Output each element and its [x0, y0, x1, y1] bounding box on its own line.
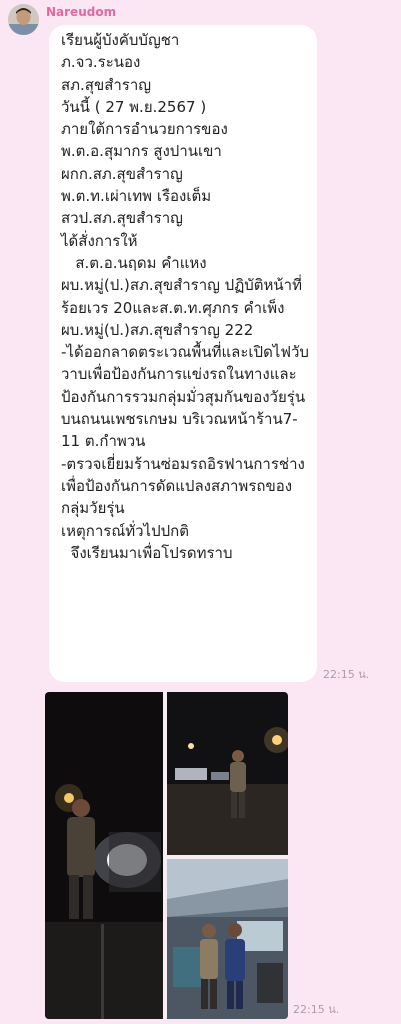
image-timestamp: 22:15 น.	[293, 1003, 340, 1016]
photo-collage[interactable]	[45, 692, 288, 1019]
repair-shop-image	[167, 859, 288, 1019]
photo-repair-shop[interactable]	[167, 859, 288, 1019]
avatar-photo	[8, 4, 39, 35]
photo-night-checkpoint[interactable]	[45, 692, 163, 1019]
night-road-image	[167, 692, 288, 855]
message-timestamp: 22:15 น.	[323, 668, 370, 681]
night-checkpoint-image	[45, 692, 163, 1019]
message-bubble[interactable]: เรียนผู้บังคับบัญชา ภ.จว.ระนอง สภ.สุขสำร…	[49, 25, 317, 682]
sender-name: Nareudom	[46, 5, 117, 19]
sender-avatar[interactable]	[8, 4, 39, 35]
photo-night-road[interactable]	[167, 692, 288, 855]
message-text: เรียนผู้บังคับบัญชา ภ.จว.ระนอง สภ.สุขสำร…	[61, 31, 309, 562]
